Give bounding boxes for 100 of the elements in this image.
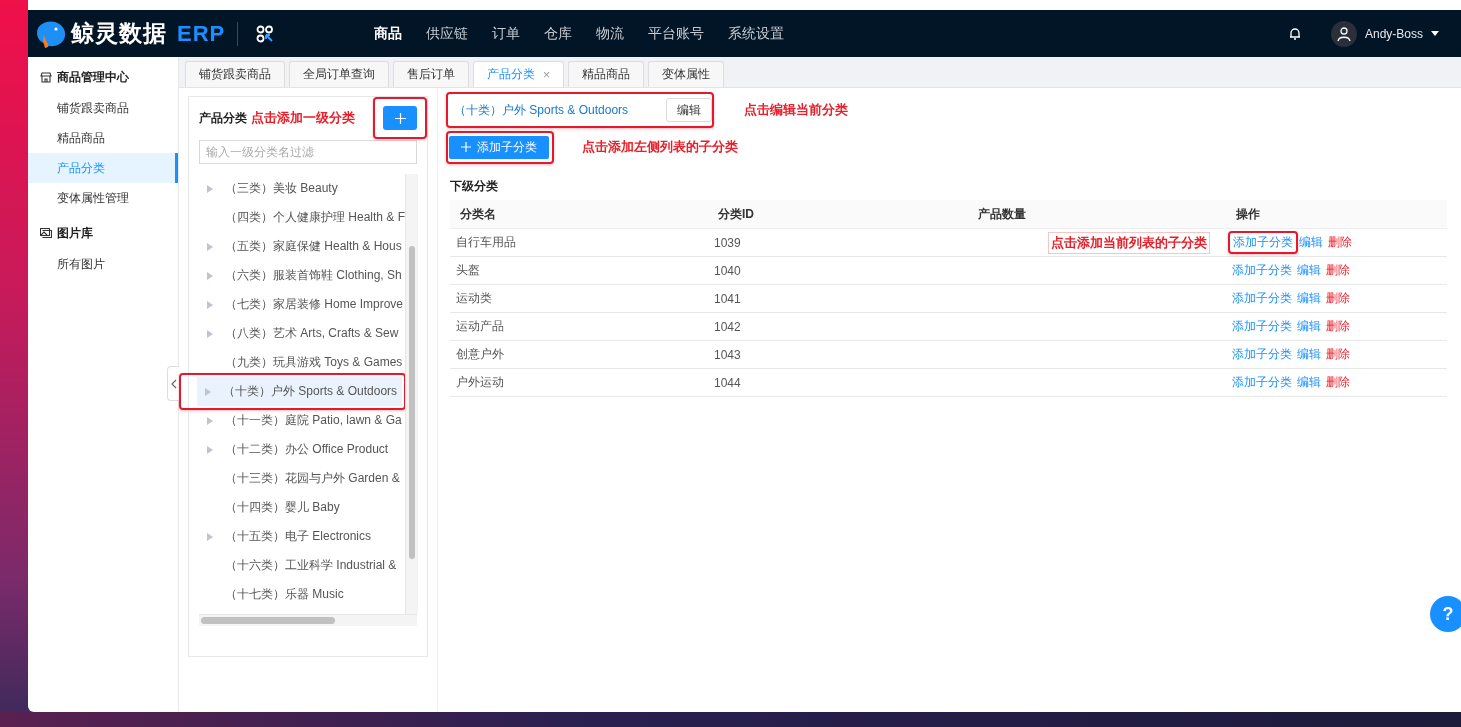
annotation: 点击添加当前列表的子分类 xyxy=(1048,231,1210,254)
tree-item-label[interactable]: （十类）户外 Sports & Outdoors xyxy=(223,383,398,400)
tree-item-label[interactable]: （六类）服装首饰鞋 Clothing, Sh xyxy=(225,267,402,284)
tree-item[interactable]: （十四类）婴儿 Baby xyxy=(199,493,404,522)
tree-item[interactable]: （十五类）电子 Electronics xyxy=(199,522,404,551)
tree-item[interactable]: （十一类）庭院 Patio, lawn & Ga xyxy=(199,406,404,435)
tab[interactable]: 售后订单 xyxy=(393,61,469,87)
tree-item[interactable]: （三类）美妆 Beauty xyxy=(199,174,404,203)
nav-item[interactable]: 供应链 xyxy=(414,24,481,43)
edit-button[interactable]: 编辑 xyxy=(666,98,712,122)
caret-icon[interactable] xyxy=(1431,31,1439,36)
tree-item-label[interactable]: （十四类）婴儿 Baby xyxy=(225,499,340,516)
section-title: 下级分类 xyxy=(450,178,499,192)
store-icon xyxy=(40,71,52,83)
column-header: 分类ID xyxy=(708,200,968,229)
plus-icon xyxy=(394,112,406,124)
menu-item[interactable]: 铺货跟卖商品 xyxy=(28,93,178,123)
avatar[interactable] xyxy=(1330,20,1357,47)
table-cell: 1039 xyxy=(708,228,968,257)
tree-item-label[interactable]: （九类）玩具游戏 Toys & Games xyxy=(225,354,403,371)
annotation: 点击添加左侧列表的子分类 xyxy=(582,138,738,156)
tree-item[interactable]: （十类）户外 Sports & Outdoors xyxy=(197,377,402,406)
delete-link[interactable]: 删除 xyxy=(1326,346,1350,363)
nav-item[interactable]: 订单 xyxy=(480,24,533,43)
user-name[interactable]: Andy-Boss xyxy=(1364,26,1423,41)
tree-item-label[interactable]: （三类）美妆 Beauty xyxy=(225,180,338,197)
expand-arrow-icon[interactable] xyxy=(207,300,213,309)
nav-item[interactable]: 物流 xyxy=(584,24,637,43)
filter-field[interactable]: 输入一级分类名过滤 xyxy=(199,140,417,164)
tree-item[interactable]: （十二类）办公 Office Product xyxy=(199,435,404,464)
tree-item[interactable]: （七类）家居装修 Home Improve xyxy=(199,290,404,319)
tree-item[interactable]: （十三类）花园与户外 Garden & xyxy=(199,464,404,493)
expand-arrow-icon[interactable] xyxy=(207,242,213,251)
table-cell: 创意户外 xyxy=(450,340,708,369)
table-cell: 户外运动 xyxy=(450,368,708,397)
table-cell: 1041 xyxy=(708,284,968,313)
tree-item-label[interactable]: （十三类）花园与户外 Garden & xyxy=(225,470,400,487)
tree-item-label[interactable]: （十六类）工业科学 Industrial & xyxy=(225,557,397,574)
tree-item[interactable]: （九类）玩具游戏 Toys & Games xyxy=(199,348,404,377)
expand-arrow-icon[interactable] xyxy=(205,387,211,396)
tree-item-label[interactable]: （十五类）电子 Electronics xyxy=(225,528,372,545)
tree-item[interactable]: （十六类）工业科学 Industrial & xyxy=(199,551,404,580)
tree-item-label[interactable]: （五类）家庭保健 Health & Hous xyxy=(225,238,402,255)
tree-item-label[interactable]: （四类）个人健康护理 Health & F xyxy=(225,209,406,226)
menu-item[interactable]: 所有图片 xyxy=(28,249,178,279)
nav-item[interactable]: 系统设置 xyxy=(716,24,797,43)
nav-item[interactable]: 平台账号 xyxy=(636,24,717,43)
logo-text: 鲸灵数据 xyxy=(71,19,167,48)
menu-group-title[interactable]: 商品管理中心 xyxy=(57,68,129,86)
table-cell: 1042 xyxy=(708,312,968,341)
table-cell: 1040 xyxy=(708,256,968,285)
menu-item[interactable]: 变体属性管理 xyxy=(28,183,178,213)
bell-icon[interactable] xyxy=(1288,27,1301,40)
circles-icon[interactable] xyxy=(256,24,275,43)
scrollbar[interactable] xyxy=(405,174,418,614)
menu-item[interactable]: 精品商品 xyxy=(28,123,178,153)
plus-icon xyxy=(461,142,471,152)
picture-library-icon xyxy=(40,228,52,238)
column-header: 产品数量 xyxy=(968,200,1226,229)
table-cell: 1043 xyxy=(708,340,968,369)
tree-item[interactable]: （六类）服装首饰鞋 Clothing, Sh xyxy=(199,261,404,290)
expand-arrow-icon[interactable] xyxy=(207,271,213,280)
nav-item[interactable]: 仓库 xyxy=(532,24,585,43)
table-cell: 运动产品 xyxy=(450,312,708,341)
tab[interactable]: 铺货跟卖商品 xyxy=(185,61,285,87)
scrollbar[interactable] xyxy=(199,614,417,626)
table-cell: 头盔 xyxy=(450,256,708,285)
tree-item-label[interactable]: （七类）家居装修 Home Improve xyxy=(225,296,404,313)
panel-title: 产品分类 xyxy=(199,109,247,127)
expand-arrow-icon[interactable] xyxy=(207,445,213,454)
tab[interactable]: 精品商品 xyxy=(568,61,644,87)
expand-arrow-icon[interactable] xyxy=(207,329,213,338)
collapse-handle[interactable] xyxy=(167,366,179,401)
tree-item[interactable]: （十七类）乐器 Music xyxy=(199,580,404,609)
tree-item-label[interactable]: （十一类）庭院 Patio, lawn & Ga xyxy=(225,412,402,429)
tree-item-label[interactable]: （八类）艺术 Arts, Crafts & Sew xyxy=(225,325,399,342)
annotation: 点击添加一级分类 xyxy=(251,109,355,127)
tree-item[interactable]: （五类）家庭保健 Health & Hous xyxy=(199,232,404,261)
tab[interactable]: 全局订单查询 xyxy=(289,61,389,87)
tree-item[interactable]: （八类）艺术 Arts, Crafts & Sew xyxy=(199,319,404,348)
menu-group-title[interactable]: 图片库 xyxy=(57,224,93,242)
expand-arrow-icon[interactable] xyxy=(207,532,213,541)
tree-item[interactable]: （四类）个人健康护理 Health & F xyxy=(199,203,404,232)
tree-item-label[interactable]: （十二类）办公 Office Product xyxy=(225,441,389,458)
delete-link[interactable]: 删除 xyxy=(1326,318,1350,335)
expand-arrow-icon[interactable] xyxy=(207,184,213,193)
logo-suffix: ERP xyxy=(177,20,226,47)
expand-arrow-icon[interactable] xyxy=(207,416,213,425)
column-header: 操作 xyxy=(1226,200,1447,229)
delete-link[interactable]: 删除 xyxy=(1326,374,1350,391)
tab[interactable]: 变体属性 xyxy=(648,61,724,87)
delete-link[interactable]: 删除 xyxy=(1326,262,1350,279)
annotation: 点击编辑当前分类 xyxy=(744,101,848,119)
table-cell: 1044 xyxy=(708,368,968,397)
add-button[interactable] xyxy=(383,106,417,130)
delete-link[interactable]: 删除 xyxy=(1326,290,1350,307)
tree-item-label[interactable]: （十七类）乐器 Music xyxy=(225,586,344,603)
delete-link[interactable]: 删除 xyxy=(1328,234,1352,251)
table-cell: 自行车用品 xyxy=(450,228,708,257)
nav-item[interactable]: 商品 xyxy=(362,24,415,43)
